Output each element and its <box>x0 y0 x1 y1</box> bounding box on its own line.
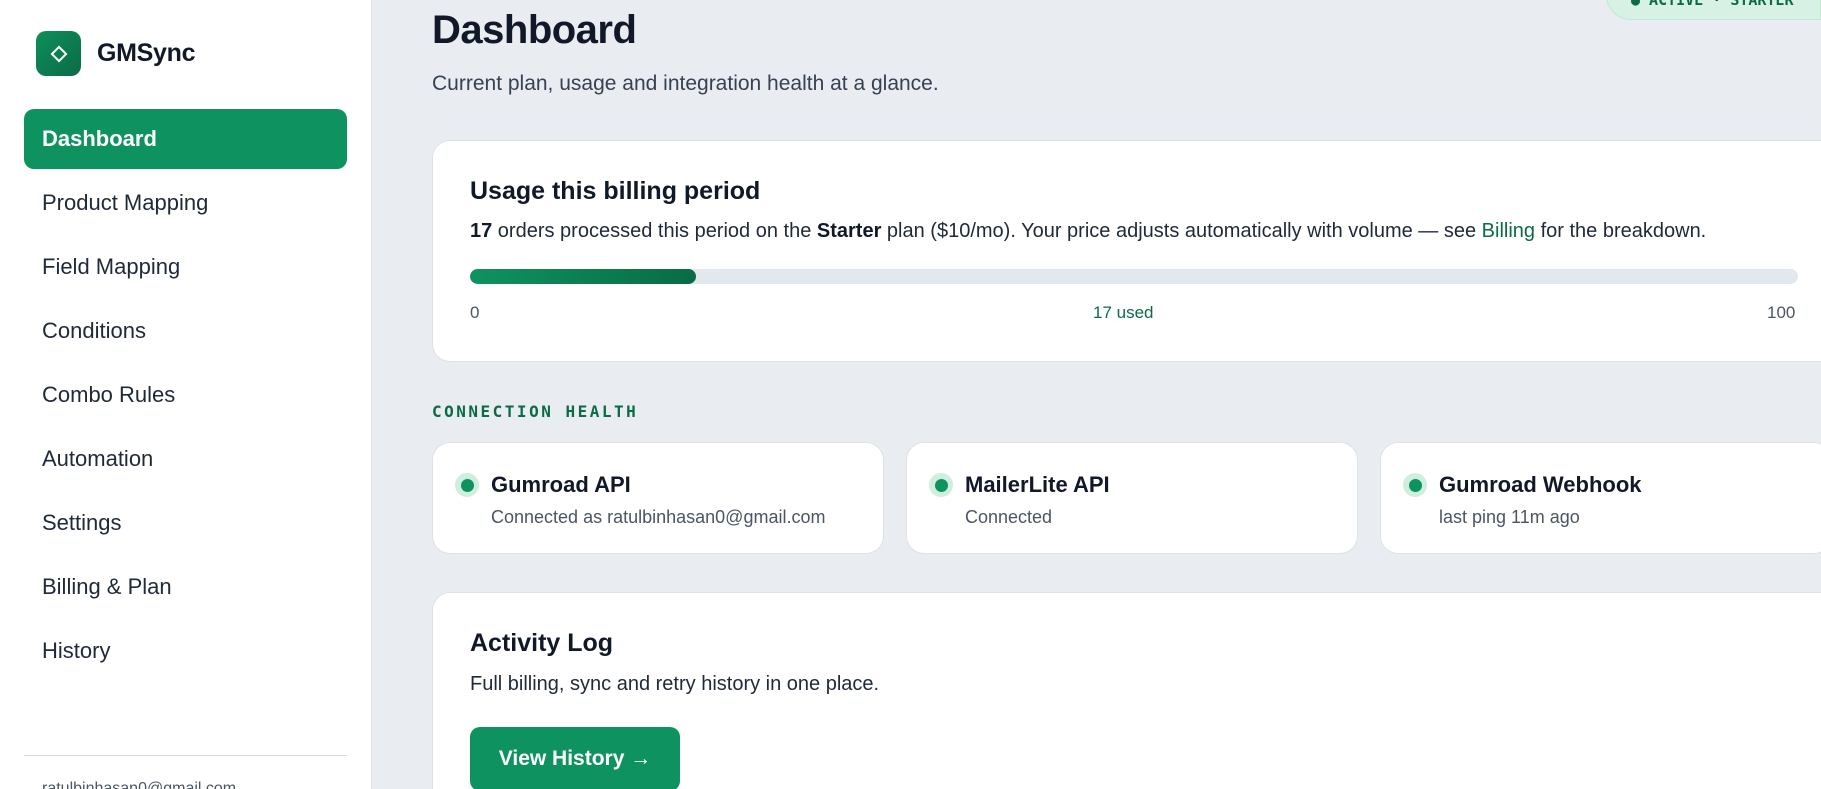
brand[interactable]: GMSync <box>36 31 196 76</box>
sidebar-item-conditions[interactable]: Conditions <box>24 301 347 361</box>
progress-min-label: 0 <box>470 303 480 322</box>
connection-detail: Connected as ratulbinhasan0@gmail.com <box>491 507 826 527</box>
connection-name: Gumroad Webhook <box>1439 472 1642 497</box>
usage-progress-bar <box>470 269 1798 284</box>
usage-text-part: for the breakdown. <box>1535 220 1707 242</box>
progress-max-label: 100 <box>1767 303 1796 322</box>
view-history-button[interactable]: View History → <box>470 727 680 789</box>
usage-text-part: plan ($10/mo). Your price adjusts automa… <box>881 220 1482 242</box>
account-email: ratulbinhasan0@gmail.com <box>42 780 237 789</box>
connection-card-mailerlite-api: MailerLite API Connected <box>906 442 1358 554</box>
activity-log-card: Activity Log Full billing, sync and retr… <box>432 592 1821 789</box>
page-title: Dashboard <box>432 8 637 52</box>
sidebar-nav: Dashboard Product Mapping Field Mapping … <box>24 109 347 685</box>
usage-title: Usage this billing period <box>470 177 761 205</box>
connection-detail: last ping 11m ago <box>1439 507 1580 527</box>
diamond-icon <box>36 31 81 76</box>
sidebar-item-automation[interactable]: Automation <box>24 429 347 489</box>
connection-health-label: CONNECTION HEALTH <box>432 402 639 421</box>
usage-card: Usage this billing period 17 orders proc… <box>432 140 1821 362</box>
main-content: ● ACTIVE · STARTER Dashboard Current pla… <box>432 0 1821 789</box>
usage-summary: 17 orders processed this period on the S… <box>470 220 1706 243</box>
brand-name: GMSync <box>97 39 196 67</box>
usage-text-part: orders processed this period on the <box>492 220 817 242</box>
status-dot-icon <box>929 473 953 497</box>
sidebar-item-dashboard[interactable]: Dashboard <box>24 109 347 169</box>
plan-name: Starter <box>816 220 882 242</box>
status-badge: ● ACTIVE · STARTER <box>1606 0 1821 20</box>
page-subtitle: Current plan, usage and integration heal… <box>432 72 939 95</box>
connection-name: MailerLite API <box>965 472 1110 497</box>
status-dot-icon <box>455 473 479 497</box>
sidebar: GMSync Dashboard Product Mapping Field M… <box>0 0 372 789</box>
connection-card-gumroad-api: Gumroad API Connected as ratulbinhasan0@… <box>432 442 884 554</box>
sidebar-item-combo-rules[interactable]: Combo Rules <box>24 365 347 425</box>
sidebar-divider <box>24 755 347 756</box>
status-dot-icon <box>1403 473 1427 497</box>
activity-description: Full billing, sync and retry history in … <box>470 673 880 695</box>
connection-detail: Connected <box>965 507 1053 527</box>
sidebar-item-product-mapping[interactable]: Product Mapping <box>24 173 347 233</box>
usage-count: 17 <box>470 220 493 242</box>
sidebar-item-settings[interactable]: Settings <box>24 493 347 553</box>
usage-progress-fill <box>470 269 696 284</box>
connection-name: Gumroad API <box>491 472 631 497</box>
sidebar-item-history[interactable]: History <box>24 621 347 681</box>
progress-used-label: 17 used <box>1093 303 1154 322</box>
sidebar-item-field-mapping[interactable]: Field Mapping <box>24 237 347 297</box>
activity-title: Activity Log <box>470 629 614 657</box>
billing-link[interactable]: Billing <box>1482 220 1535 242</box>
connection-card-gumroad-webhook: Gumroad Webhook last ping 11m ago <box>1380 442 1821 554</box>
sidebar-item-billing[interactable]: Billing & Plan <box>24 557 347 617</box>
